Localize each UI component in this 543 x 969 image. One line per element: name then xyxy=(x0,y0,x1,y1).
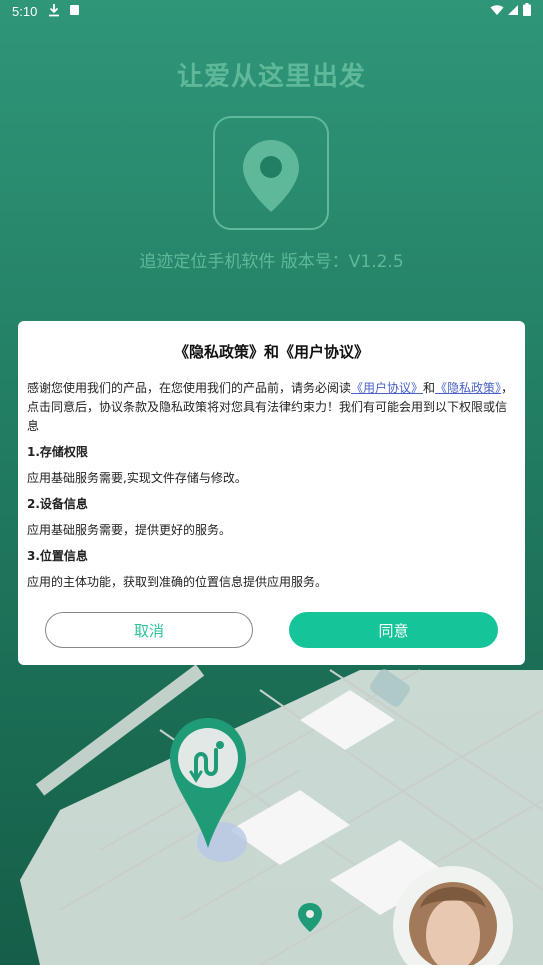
dialog-title: 《隐私政策》和《用户协议》 xyxy=(173,343,369,361)
section-heading: 2.设备信息 xyxy=(27,497,88,511)
privacy-policy-link[interactable]: 《隐私政策》 xyxy=(435,381,501,395)
intro-prefix: 感谢您使用我们的产品，在您使用我们的产品前，请务必阅读 xyxy=(27,381,352,395)
map-illustration xyxy=(0,650,543,969)
version-text: 追迹定位手机软件 版本号：V1.2.5 xyxy=(139,252,404,272)
wifi-icon xyxy=(490,4,504,15)
dialog-body: 感谢您使用我们的产品，在您使用我们的产品前，请务必阅读《用户协议》和《隐私政策》… xyxy=(27,379,515,592)
location-pin-icon xyxy=(243,140,299,212)
download-icon xyxy=(48,3,60,20)
section-text: 应用的主体功能，获取到准确的位置信息提供应用服务。 xyxy=(27,575,328,589)
status-time: 5:10 xyxy=(12,4,38,19)
app-logo xyxy=(213,116,329,230)
section-heading: 3.位置信息 xyxy=(27,549,88,563)
status-icons xyxy=(490,3,531,16)
privacy-dialog: 《隐私政策》和《用户协议》 感谢您使用我们的产品，在您使用我们的产品前，请务必阅… xyxy=(18,321,525,665)
status-bar: 5:10 xyxy=(0,0,543,24)
agree-button[interactable]: 同意 xyxy=(289,612,498,648)
battery-icon xyxy=(523,3,531,16)
notification-a-icon xyxy=(70,5,79,15)
page-title: 让爱从这里出发 xyxy=(176,62,366,92)
cancel-button[interactable]: 取消 xyxy=(45,612,253,648)
section-heading: 1.存储权限 xyxy=(27,445,88,459)
dialog-intro: 感谢您使用我们的产品，在您使用我们的产品前，请务必阅读《用户协议》和《隐私政策》… xyxy=(27,379,515,436)
section-text: 应用基础服务需要,实现文件存储与修改。 xyxy=(27,471,247,485)
signal-icon xyxy=(508,4,518,15)
section-text: 应用基础服务需要，提供更好的服务。 xyxy=(27,523,232,537)
intro-and: 和 xyxy=(423,381,436,395)
user-agreement-link[interactable]: 《用户协议》 xyxy=(351,381,423,395)
